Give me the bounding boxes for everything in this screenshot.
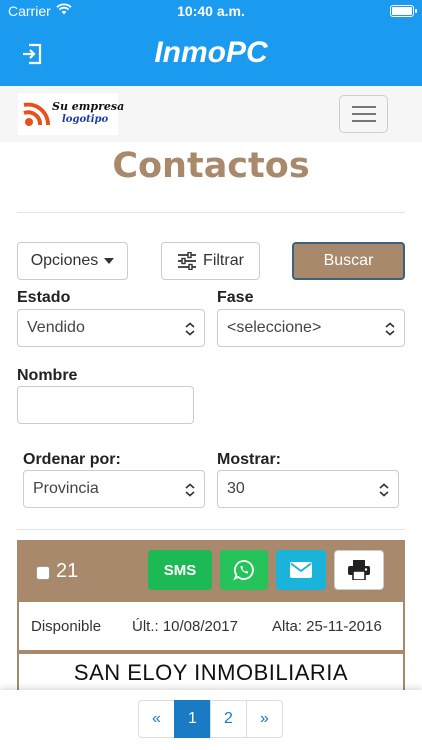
last-update-text: Últ.: 10/08/2017 xyxy=(132,618,238,635)
fase-select[interactable]: <seleccione> xyxy=(217,309,405,347)
menu-toggle-button[interactable] xyxy=(339,95,388,133)
status-bar: Carrier 10:40 a.m. xyxy=(0,0,422,22)
logo-line-1: Su empresa xyxy=(52,100,125,113)
select-arrows-icon xyxy=(185,322,195,336)
options-dropdown-button[interactable]: Opciones xyxy=(17,242,128,280)
app-title: InmoPC xyxy=(154,36,268,69)
pagination-prev-button[interactable]: « xyxy=(138,700,175,738)
nombre-input[interactable] xyxy=(17,386,194,424)
estado-label: Estado xyxy=(17,289,71,306)
navbar: Su empresa logotipo xyxy=(0,86,422,142)
availability-text: Disponible xyxy=(31,618,102,635)
select-arrows-icon xyxy=(185,483,195,497)
ordenar-select[interactable]: Provincia xyxy=(23,470,205,508)
wifi-logo-icon xyxy=(23,102,51,126)
contact-card-header: 21 SMS xyxy=(17,540,405,602)
clock: 10:40 a.m. xyxy=(177,3,245,19)
estado-value: Vendido xyxy=(27,319,85,336)
fase-value: <seleccione> xyxy=(227,319,322,336)
battery-icon xyxy=(390,5,417,17)
filter-button[interactable]: Filtrar xyxy=(161,242,260,280)
nombre-label: Nombre xyxy=(17,367,78,384)
pagination-page-1[interactable]: 1 xyxy=(174,700,211,738)
pagination-next-button[interactable]: » xyxy=(246,700,283,738)
select-arrows-icon xyxy=(379,483,389,497)
email-button[interactable] xyxy=(276,550,326,590)
mostrar-label: Mostrar: xyxy=(217,451,282,468)
mostrar-select[interactable]: 30 xyxy=(217,470,399,508)
sms-label: SMS xyxy=(163,561,197,579)
sliders-icon xyxy=(178,252,197,270)
filter-label: Filtrar xyxy=(203,252,244,269)
search-button[interactable]: Buscar xyxy=(292,242,405,280)
ordenar-value: Provincia xyxy=(33,480,99,497)
app-header: InmoPC xyxy=(0,22,422,86)
printer-icon xyxy=(348,560,370,580)
contact-info-row: Disponible Últ.: 10/08/2017 Alta: 25-11-… xyxy=(17,602,405,652)
title-divider xyxy=(17,212,405,213)
pagination-bar: « 1 2 » xyxy=(0,690,422,750)
print-button[interactable] xyxy=(334,550,384,590)
fase-label: Fase xyxy=(217,289,254,306)
whatsapp-icon xyxy=(233,560,254,581)
pagination-page-2[interactable]: 2 xyxy=(210,700,247,738)
page-title: Contactos xyxy=(112,146,310,186)
logo-line-2: logotipo xyxy=(62,114,109,125)
search-label: Buscar xyxy=(323,252,374,269)
contact-id: 21 xyxy=(56,560,79,582)
company-logo[interactable]: Su empresa logotipo xyxy=(18,93,124,135)
mostrar-value: 30 xyxy=(227,480,245,497)
envelope-icon xyxy=(290,562,312,578)
ordenar-label: Ordenar por: xyxy=(23,451,121,468)
estado-select[interactable]: Vendido xyxy=(17,309,205,347)
select-arrows-icon xyxy=(385,322,395,336)
created-date-text: Alta: 25-11-2016 xyxy=(272,618,382,635)
options-label: Opciones xyxy=(30,252,99,269)
filters-divider xyxy=(17,529,405,530)
contact-checkbox[interactable] xyxy=(36,566,50,580)
caret-down-icon xyxy=(104,258,115,264)
whatsapp-button[interactable] xyxy=(220,550,268,590)
sms-button[interactable]: SMS xyxy=(148,550,212,590)
pagination: « 1 2 » xyxy=(138,700,283,738)
